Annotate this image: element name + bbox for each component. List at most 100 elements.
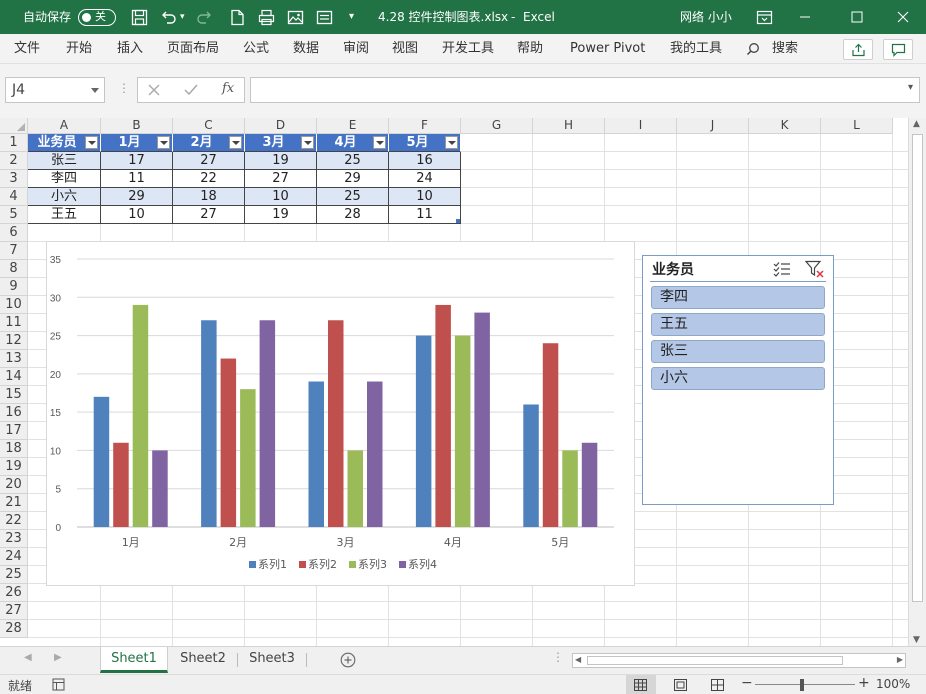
new-sheet-icon[interactable] — [340, 652, 356, 668]
filter-dropdown-icon[interactable] — [229, 136, 242, 149]
row-header-28[interactable]: 28 — [0, 620, 28, 638]
row-header-24[interactable]: 24 — [0, 548, 28, 566]
column-chart[interactable]: 0 5 10 15 20 25 30 35 1月 2月 3月 4月 5月 系列1 系列2 系列3 系列4 — [46, 241, 635, 586]
tab-insert[interactable]: 插入 — [117, 34, 143, 64]
worksheet-grid[interactable]: ABCDEFGHIJKL 1 2 3 4 5 6 7 8 9 10 11 12 13 14 15 16 17 18… — [0, 118, 908, 646]
row-header-14[interactable]: 14 — [0, 368, 28, 386]
filter-dropdown-icon[interactable] — [85, 136, 98, 149]
row-header-21[interactable]: 21 — [0, 494, 28, 512]
vertical-scrollbar[interactable]: ▲ ▼ — [908, 118, 926, 646]
row-header-19[interactable]: 19 — [0, 458, 28, 476]
column-header-f[interactable]: F — [389, 118, 461, 134]
print-preview-icon[interactable] — [258, 9, 275, 26]
filter-dropdown-icon[interactable] — [445, 136, 458, 149]
search-icon[interactable] — [746, 42, 760, 56]
row-header-6[interactable]: 6 — [0, 224, 28, 242]
table-header-cell[interactable]: 2月 — [173, 134, 245, 152]
row-header-26[interactable]: 26 — [0, 584, 28, 602]
row-header-4[interactable]: 4 — [0, 188, 28, 206]
picture-icon[interactable] — [287, 9, 304, 26]
row-header-12[interactable]: 12 — [0, 332, 28, 350]
user-name[interactable]: 网络 小小 — [680, 0, 732, 34]
table-cell[interactable]: 27 — [245, 170, 317, 188]
table-cell[interactable]: 10 — [245, 188, 317, 206]
maximize-button[interactable] — [834, 0, 880, 34]
horizontal-scroll-thumb[interactable] — [587, 656, 843, 665]
row-header-13[interactable]: 13 — [0, 350, 28, 368]
table-cell[interactable]: 11 — [101, 170, 173, 188]
horizontal-scrollbar[interactable]: ◀ ▶ — [572, 653, 906, 668]
scroll-left-icon[interactable]: ◀ — [575, 655, 581, 664]
form-icon[interactable] — [316, 9, 333, 26]
table-cell[interactable]: 29 — [101, 188, 173, 206]
row-header-2[interactable]: 2 — [0, 152, 28, 170]
column-header-a[interactable]: A — [28, 118, 101, 134]
table-header-cell[interactable]: 4月 — [317, 134, 389, 152]
column-header-g[interactable]: G — [461, 118, 533, 134]
column-header-h[interactable]: H — [533, 118, 605, 134]
tab-home[interactable]: 开始 — [66, 34, 92, 64]
tab-help[interactable]: 帮助 — [517, 34, 543, 64]
table-cell[interactable]: 17 — [101, 152, 173, 170]
macro-record-icon[interactable] — [52, 678, 65, 691]
tab-file[interactable]: 文件 — [14, 34, 40, 64]
table-cell[interactable]: 19 — [245, 152, 317, 170]
row-header-16[interactable]: 16 — [0, 404, 28, 422]
tab-data[interactable]: 数据 — [293, 34, 319, 64]
scroll-up-icon[interactable]: ▲ — [913, 119, 920, 129]
row-header-23[interactable]: 23 — [0, 530, 28, 548]
slicer-item[interactable]: 张三 — [651, 340, 825, 363]
tab-power-pivot[interactable]: Power Pivot — [570, 34, 645, 64]
column-header-i[interactable]: I — [605, 118, 677, 134]
zoom-out-icon[interactable]: − — [741, 675, 753, 691]
slicer-item[interactable]: 李四 — [651, 286, 825, 309]
row-header-3[interactable]: 3 — [0, 170, 28, 188]
filter-dropdown-icon[interactable] — [157, 136, 170, 149]
column-header-j[interactable]: J — [677, 118, 749, 134]
scroll-down-icon[interactable]: ▼ — [913, 635, 920, 645]
filter-dropdown-icon[interactable] — [373, 136, 386, 149]
row-header-11[interactable]: 11 — [0, 314, 28, 332]
table-resize-handle-icon[interactable] — [456, 219, 460, 223]
row-header-9[interactable]: 9 — [0, 278, 28, 296]
table-cell[interactable]: 李四 — [28, 170, 101, 188]
table-cell[interactable]: 25 — [317, 188, 389, 206]
page-layout-view-icon[interactable] — [674, 679, 687, 691]
table-cell[interactable]: 25 — [317, 152, 389, 170]
filter-dropdown-icon[interactable] — [301, 136, 314, 149]
table-cell[interactable]: 28 — [317, 206, 389, 224]
column-header-e[interactable]: E — [317, 118, 389, 134]
table-header-cell[interactable]: 5月 — [389, 134, 461, 152]
sheet-tab-sheet2[interactable]: Sheet2 — [170, 647, 236, 673]
row-header-25[interactable]: 25 — [0, 566, 28, 584]
column-header-l[interactable]: L — [821, 118, 893, 134]
column-header-d[interactable]: D — [245, 118, 317, 134]
table-cell[interactable]: 29 — [317, 170, 389, 188]
sheet-tab-sheet3[interactable]: Sheet3 — [239, 647, 305, 673]
row-header-22[interactable]: 22 — [0, 512, 28, 530]
table-cell[interactable]: 18 — [173, 188, 245, 206]
multi-select-icon[interactable] — [773, 261, 791, 277]
table-cell[interactable]: 19 — [245, 206, 317, 224]
tab-page-layout[interactable]: 页面布局 — [167, 34, 219, 64]
tab-formulas[interactable]: 公式 — [243, 34, 269, 64]
tab-developer[interactable]: 开发工具 — [442, 34, 494, 64]
row-header-27[interactable]: 27 — [0, 602, 28, 620]
table-cell[interactable]: 王五 — [28, 206, 101, 224]
row-header-7[interactable]: 7 — [0, 242, 28, 260]
zoom-slider-track[interactable] — [755, 684, 855, 685]
row-header-1[interactable]: 1 — [0, 134, 28, 152]
table-cell[interactable]: 11 — [389, 206, 461, 224]
row-header-15[interactable]: 15 — [0, 386, 28, 404]
customize-quick-access-icon[interactable]: ▾ — [349, 0, 354, 34]
select-all-corner[interactable] — [0, 118, 28, 134]
close-button[interactable] — [880, 0, 926, 34]
next-sheet-icon[interactable]: ▶ — [54, 652, 62, 663]
row-header-8[interactable]: 8 — [0, 260, 28, 278]
table-cell[interactable]: 10 — [101, 206, 173, 224]
formula-bar-splitter-icon[interactable]: ⋮ — [118, 81, 130, 95]
sheet-tab-sheet1[interactable]: Sheet1 — [100, 647, 168, 673]
column-header-k[interactable]: K — [749, 118, 821, 134]
save-icon[interactable] — [131, 9, 148, 26]
clear-filter-icon[interactable] — [805, 260, 825, 278]
